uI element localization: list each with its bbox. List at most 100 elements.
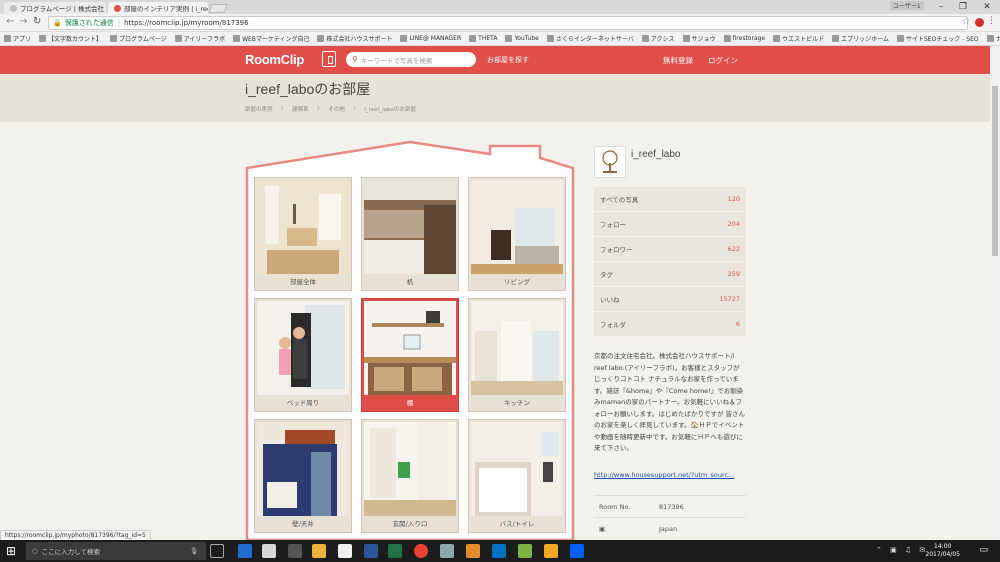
search-placeholder: キーワードで写真を検索	[360, 56, 433, 65]
taskbar-search-input[interactable]: ○ ここに入力して検索 🎙	[26, 542, 206, 560]
url-text: https://roomclip.jp/myroom/817396	[124, 19, 249, 27]
browser-tab-2-active[interactable]: 部屋のインテリア実例 | i_ree ×	[108, 2, 208, 14]
maximize-icon[interactable]: ❐	[952, 0, 974, 14]
edge-icon[interactable]	[238, 544, 252, 558]
stat-row[interactable]: フォルダ 6	[594, 312, 746, 337]
excel-icon[interactable]	[388, 544, 402, 558]
browser-menu-icon[interactable]: ⋮	[987, 16, 996, 26]
folder-tile[interactable]: ベッド周り	[254, 298, 352, 412]
stat-row[interactable]: すべての写真 120	[594, 187, 746, 212]
stat-label: フォロー	[600, 221, 626, 229]
bookmark-label: アクシス	[650, 36, 675, 43]
stat-value: 204	[727, 220, 740, 228]
dropbox-icon[interactable]	[570, 544, 584, 558]
folder-tile[interactable]: 部屋全体	[254, 177, 352, 291]
task-view-icon[interactable]	[210, 544, 224, 558]
folder-tile[interactable]: 玄関/入り口	[361, 419, 459, 533]
profile-meta: Room No. 817396 ▣ Japan	[594, 495, 746, 539]
breadcrumb-item[interactable]: その他	[328, 105, 345, 113]
login-link[interactable]: ログイン	[708, 55, 738, 66]
browser-tab-1[interactable]: プログラムページ | 株式会社 ×	[4, 2, 106, 14]
bookmark-item[interactable]: アイリーフラボ	[174, 34, 225, 43]
tab-title: 部屋のインテリア実例 | i_ree	[124, 5, 208, 13]
folder-tile[interactable]: 壁/天井	[254, 419, 352, 533]
room-photo	[471, 301, 563, 395]
windows-start-icon[interactable]: ⊞	[6, 544, 16, 558]
bookmark-item[interactable]: WEBマーケティング自己	[233, 34, 309, 43]
taskbar-search-placeholder: ここに入力して検索	[41, 548, 100, 556]
stat-row[interactable]: いいね 15727	[594, 287, 746, 312]
room-photo	[257, 422, 349, 516]
word-icon[interactable]	[364, 544, 378, 558]
bookmark-item[interactable]: ナチュリエ事業部	[986, 34, 1000, 43]
bookmark-item[interactable]: サジョウ	[682, 34, 716, 43]
bookmark-item[interactable]: 【文字数カウント】	[39, 34, 102, 43]
outlook-icon[interactable]	[492, 544, 506, 558]
bookmark-item[interactable]: ウエストビルド	[773, 34, 824, 43]
folder-tile[interactable]: キッチン	[468, 298, 566, 412]
bookmark-item[interactable]: アクシス	[641, 34, 675, 43]
stat-row[interactable]: フォロー 204	[594, 212, 746, 237]
bookmark-item[interactable]: エブリッジホーム	[832, 34, 889, 43]
page-scrollbar[interactable]	[990, 46, 1000, 538]
bookmark-item[interactable]: firestorage	[723, 35, 766, 42]
bookmark-item[interactable]: THETA	[469, 35, 497, 42]
post-photo-icon[interactable]	[322, 51, 336, 67]
bookmark-label: firestorage	[732, 35, 766, 42]
notification-icon[interactable]: ▭	[979, 545, 988, 555]
bookmark-star-icon[interactable]: ☆	[962, 17, 970, 27]
scrollbar-thumb[interactable]	[992, 86, 998, 256]
forward-icon[interactable]: →	[19, 16, 27, 27]
bookmark-item[interactable]: YouTube	[505, 35, 539, 42]
folder-tile[interactable]: 机	[361, 177, 459, 291]
app-icon[interactable]	[440, 544, 454, 558]
bookmark-favicon-icon	[39, 35, 47, 42]
stat-row[interactable]: フォロワー 622	[594, 237, 746, 262]
app-icon[interactable]	[466, 544, 480, 558]
bookmarks-bar: アプリ 【文字数カウント】 プログラムページ アイリーフラボ WEBマーケティング自己 株…	[0, 32, 1000, 46]
bookmark-item[interactable]: さくらインターネットサーバ	[546, 34, 634, 43]
profile-website-link[interactable]: http://www.housesupport.net/?utm_sourc..…	[594, 471, 746, 479]
bookmark-item[interactable]: アプリ	[4, 34, 31, 43]
store-icon[interactable]	[262, 544, 276, 558]
stat-row[interactable]: タグ 259	[594, 262, 746, 287]
microphone-icon: 🎙	[189, 547, 198, 555]
file-explorer-icon[interactable]	[312, 544, 326, 558]
folder-label: キッチン	[504, 399, 530, 407]
chrome-icon[interactable]	[414, 544, 428, 558]
avatar[interactable]	[594, 146, 626, 178]
url-input[interactable]: 🔒 保護された通信 | https://roomclip.jp/myroom/8…	[48, 16, 968, 30]
close-window-icon[interactable]: ✕	[976, 0, 998, 14]
url-separator: |	[117, 19, 121, 27]
folder-label: 部屋全体	[290, 278, 316, 286]
bookmark-item[interactable]: LINE@ MANAGER	[400, 35, 461, 42]
system-tray[interactable]: ⌃ ▣ ♫ ✉	[876, 546, 928, 554]
clock-date: 2017/04/05	[925, 551, 960, 558]
search-input[interactable]: ⚲ キーワードで写真を検索	[346, 52, 476, 67]
app-icon[interactable]	[518, 544, 532, 558]
taskbar-clock[interactable]: 14:00 2017/04/05	[925, 543, 960, 559]
bookmark-label: YouTube	[514, 35, 539, 42]
folder-tile[interactable]: バス/トイレ	[468, 419, 566, 533]
signup-link[interactable]: 無料登録	[663, 55, 693, 66]
folder-tile-selected[interactable]: 棚	[361, 298, 459, 412]
extension-icon[interactable]	[975, 18, 984, 27]
bookmark-item[interactable]: サイトSEOチェック - SEO	[896, 34, 979, 43]
folder-tile[interactable]: リビング	[468, 177, 566, 291]
illustrator-icon[interactable]	[544, 544, 558, 558]
room-photo	[364, 422, 456, 516]
back-icon[interactable]: ←	[6, 16, 14, 27]
bookmark-item[interactable]: プログラムページ	[110, 34, 167, 43]
breadcrumb-item[interactable]: 建築系	[292, 105, 309, 113]
bookmark-favicon-icon	[110, 35, 118, 42]
app-icon[interactable]	[288, 544, 302, 558]
globe-icon: ▣	[599, 524, 606, 533]
reload-icon[interactable]: ↻	[33, 16, 41, 27]
bookmark-item[interactable]: 株式会社ハウスサポート	[317, 34, 392, 43]
minimize-icon[interactable]: –	[930, 0, 952, 14]
breadcrumb-item[interactable]: 部屋の実例	[245, 105, 273, 113]
roomclip-logo[interactable]: RoomClip	[245, 52, 304, 67]
new-tab-button[interactable]	[208, 4, 228, 13]
calendar-icon[interactable]	[338, 544, 352, 558]
find-room-link[interactable]: お部屋を探す	[487, 55, 529, 65]
